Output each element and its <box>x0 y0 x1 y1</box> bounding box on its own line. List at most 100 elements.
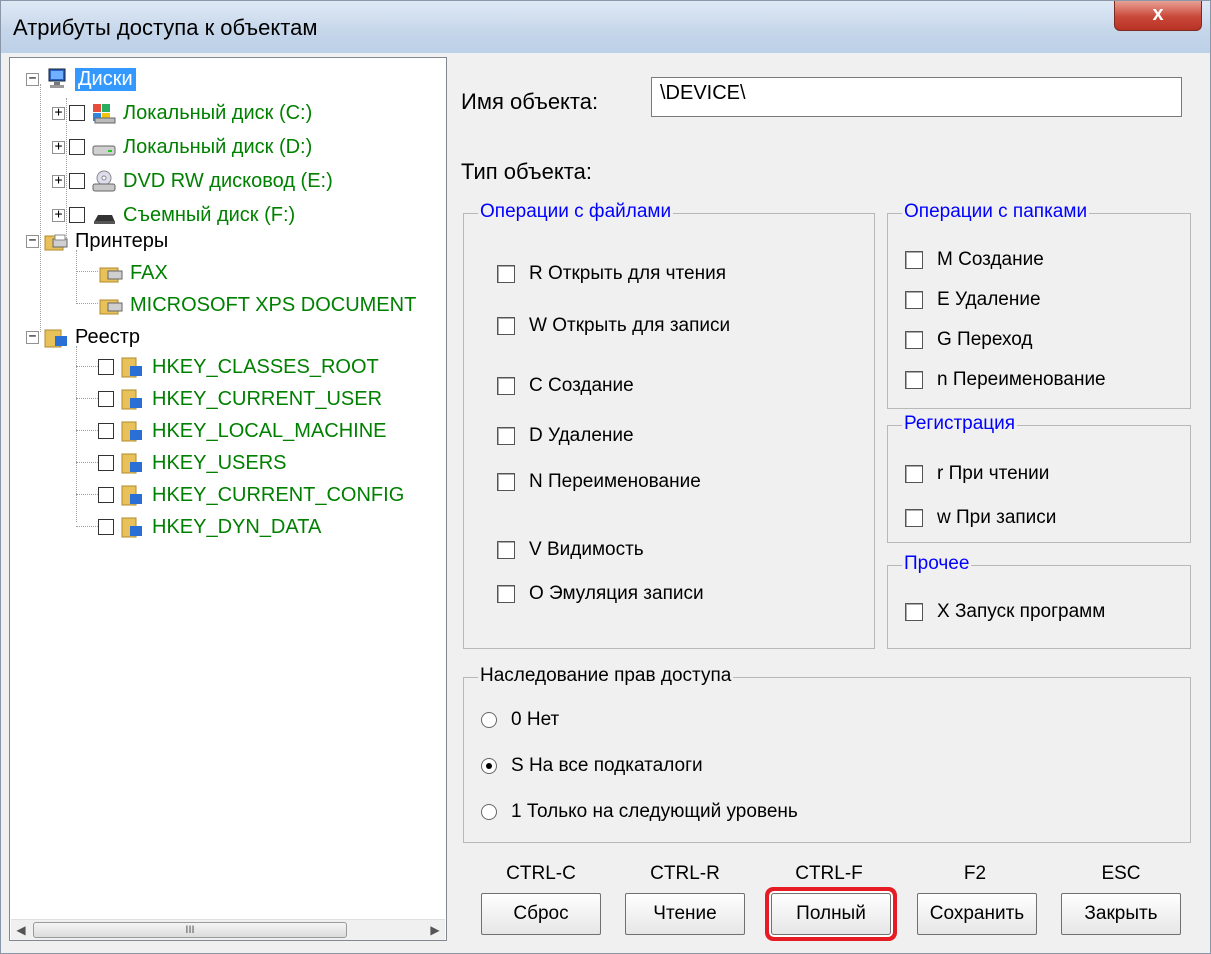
register-on-read[interactable]: r При чтении <box>905 463 1049 485</box>
expand-icon[interactable]: + <box>52 174 65 188</box>
folder-op-create[interactable]: M Создание <box>905 249 1044 271</box>
scroll-right-icon[interactable]: ▶ <box>425 920 445 940</box>
tree-node-hkdd[interactable]: HKEY_DYN_DATA <box>98 512 321 542</box>
checkbox[interactable] <box>905 509 923 527</box>
file-op-read[interactable]: R Открыть для чтения <box>497 263 726 285</box>
register-on-write[interactable]: w При записи <box>905 507 1056 529</box>
removable-f-checkbox[interactable] <box>69 207 85 223</box>
run-programs[interactable]: X Запуск программ <box>905 601 1105 623</box>
checkbox[interactable] <box>905 465 923 483</box>
inherit-next-level-radio[interactable]: 1 Только на следующий уровень <box>481 801 798 823</box>
hku-checkbox[interactable] <box>98 455 114 471</box>
expand-icon[interactable]: + <box>52 106 65 120</box>
xps-printer-icon <box>98 294 124 316</box>
reset-button[interactable]: Сброс <box>481 893 601 935</box>
checkbox[interactable] <box>905 603 923 621</box>
tree-node-disks[interactable]: − Диски <box>26 64 136 94</box>
printer-folder-icon <box>43 230 69 252</box>
folder-op-rename[interactable]: n Переименование <box>905 369 1106 391</box>
collapse-icon[interactable]: − <box>26 330 39 344</box>
file-op-visibility[interactable]: V Видимость <box>497 539 644 561</box>
file-op-delete[interactable]: D Удаление <box>497 425 634 447</box>
shortcut-full: CTRL-F <box>795 863 863 884</box>
checkbox-label: D Удаление <box>529 425 634 446</box>
checkbox-label: N Переименование <box>529 471 701 492</box>
registry-key-icon <box>120 356 146 378</box>
close-button[interactable]: x <box>1114 1 1202 31</box>
hklm-checkbox[interactable] <box>98 423 114 439</box>
tree-node-dvd-e[interactable]: + DVD RW дисковод (E:) <box>52 166 333 196</box>
checkbox[interactable] <box>497 265 515 283</box>
tree-node-registry[interactable]: − Реестр <box>26 322 140 352</box>
tree-connector <box>40 84 41 332</box>
expand-icon[interactable]: + <box>52 140 65 154</box>
checkbox[interactable] <box>905 251 923 269</box>
object-tree[interactable]: − Диски + Локальный диск (C:) + Локальны… <box>9 57 447 941</box>
fax-printer-icon <box>98 262 124 284</box>
folder-op-delete[interactable]: E Удаление <box>905 289 1041 311</box>
file-op-write[interactable]: W Открыть для записи <box>497 315 730 337</box>
tree-node-hkcu[interactable]: HKEY_CURRENT_USER <box>98 384 382 414</box>
tree-node-fax[interactable]: FAX <box>98 258 168 288</box>
radio-button[interactable] <box>481 712 497 728</box>
close-dialog-button[interactable]: Закрыть <box>1061 893 1181 935</box>
checkbox[interactable] <box>497 541 515 559</box>
checkbox-label: M Создание <box>937 249 1044 270</box>
tree-node-disk-c[interactable]: + Локальный диск (C:) <box>52 98 312 128</box>
radio-button[interactable] <box>481 804 497 820</box>
tree-connector <box>76 494 98 495</box>
file-op-create[interactable]: C Создание <box>497 375 634 397</box>
tree-connector <box>76 430 98 431</box>
checkbox[interactable] <box>905 371 923 389</box>
checkbox[interactable] <box>497 427 515 445</box>
title-bar[interactable]: Атрибуты доступа к объектам x <box>1 1 1210 53</box>
tree-node-xps[interactable]: MICROSOFT XPS DOCUMENT <box>98 290 416 320</box>
scroll-left-icon[interactable]: ◀ <box>11 920 31 940</box>
collapse-icon[interactable]: − <box>26 72 39 86</box>
inherit-all-subfolders-radio[interactable]: S На все подкаталоги <box>481 755 703 777</box>
disk-c-checkbox[interactable] <box>69 105 85 121</box>
removable-drive-icon <box>91 204 117 226</box>
checkbox-label: X Запуск программ <box>937 601 1106 622</box>
tree-node-printers[interactable]: − Принтеры <box>26 226 168 256</box>
checkbox-label: R Открыть для чтения <box>529 263 726 284</box>
tree-node-hklm[interactable]: HKEY_LOCAL_MACHINE <box>98 416 387 446</box>
object-name-input[interactable]: \DEVICE\ <box>651 77 1182 117</box>
registry-key-icon <box>120 388 146 410</box>
collapse-icon[interactable]: − <box>26 234 39 248</box>
tree-node-hku[interactable]: HKEY_USERS <box>98 448 287 478</box>
checkbox[interactable] <box>497 585 515 603</box>
tree-node-hkcc[interactable]: HKEY_CURRENT_CONFIG <box>98 480 404 510</box>
radio-button-selected[interactable] <box>481 758 497 774</box>
file-op-write-emulation[interactable]: O Эмуляция записи <box>497 583 704 605</box>
folder-operations-title: Операции с папками <box>902 201 1090 223</box>
checkbox[interactable] <box>905 331 923 349</box>
shortcut-save: F2 <box>963 863 987 884</box>
read-button[interactable]: Чтение <box>625 893 745 935</box>
tree-node-disk-d[interactable]: + Локальный диск (D:) <box>52 132 312 162</box>
dvd-e-checkbox[interactable] <box>69 173 85 189</box>
folder-op-traverse[interactable]: G Переход <box>905 329 1033 351</box>
tree-horizontal-scrollbar[interactable]: ◀ III ▶ <box>11 919 445 940</box>
tree-node-hkcr[interactable]: HKEY_CLASSES_ROOT <box>98 352 379 382</box>
checkbox-label: W Открыть для записи <box>529 315 731 336</box>
hard-drive-icon <box>91 136 117 158</box>
expand-icon[interactable]: + <box>52 208 65 222</box>
full-button[interactable]: Полный <box>771 893 891 935</box>
scroll-thumb[interactable]: III <box>33 922 347 938</box>
hkcu-checkbox[interactable] <box>98 391 114 407</box>
save-button[interactable]: Сохранить <box>917 893 1037 935</box>
hkcc-checkbox[interactable] <box>98 487 114 503</box>
tree-connector <box>76 250 77 304</box>
checkbox[interactable] <box>497 473 515 491</box>
file-op-rename[interactable]: N Переименование <box>497 471 701 493</box>
checkbox[interactable] <box>497 317 515 335</box>
tree-connector <box>76 346 77 522</box>
hkcr-checkbox[interactable] <box>98 359 114 375</box>
checkbox[interactable] <box>905 291 923 309</box>
disk-d-checkbox[interactable] <box>69 139 85 155</box>
inherit-none-radio[interactable]: 0 Нет <box>481 709 559 731</box>
hkdd-checkbox[interactable] <box>98 519 114 535</box>
other-title: Прочее <box>902 553 972 575</box>
checkbox[interactable] <box>497 377 515 395</box>
